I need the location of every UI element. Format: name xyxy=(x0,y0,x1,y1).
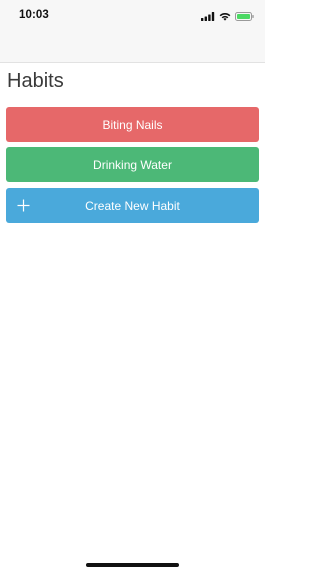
habit-label: Drinking Water xyxy=(93,157,172,172)
battery-icon xyxy=(235,11,254,21)
status-time: 10:03 xyxy=(19,9,49,21)
habit-button-drinking-water[interactable]: Drinking Water xyxy=(6,147,259,182)
status-icons xyxy=(201,10,254,22)
habit-label: Biting Nails xyxy=(102,117,163,132)
status-bar: 10:03 xyxy=(0,0,265,30)
habit-button-biting-nails[interactable]: Biting Nails xyxy=(6,107,259,142)
wifi-icon xyxy=(219,12,231,21)
page-title: Habits xyxy=(7,70,64,92)
plus-icon xyxy=(17,199,30,212)
home-indicator[interactable] xyxy=(86,563,179,567)
create-button-label: Create New Habit xyxy=(85,198,180,213)
create-new-habit-button[interactable]: Create New Habit xyxy=(6,188,259,223)
signal-icon xyxy=(201,11,215,21)
navigation-bar xyxy=(0,30,265,63)
